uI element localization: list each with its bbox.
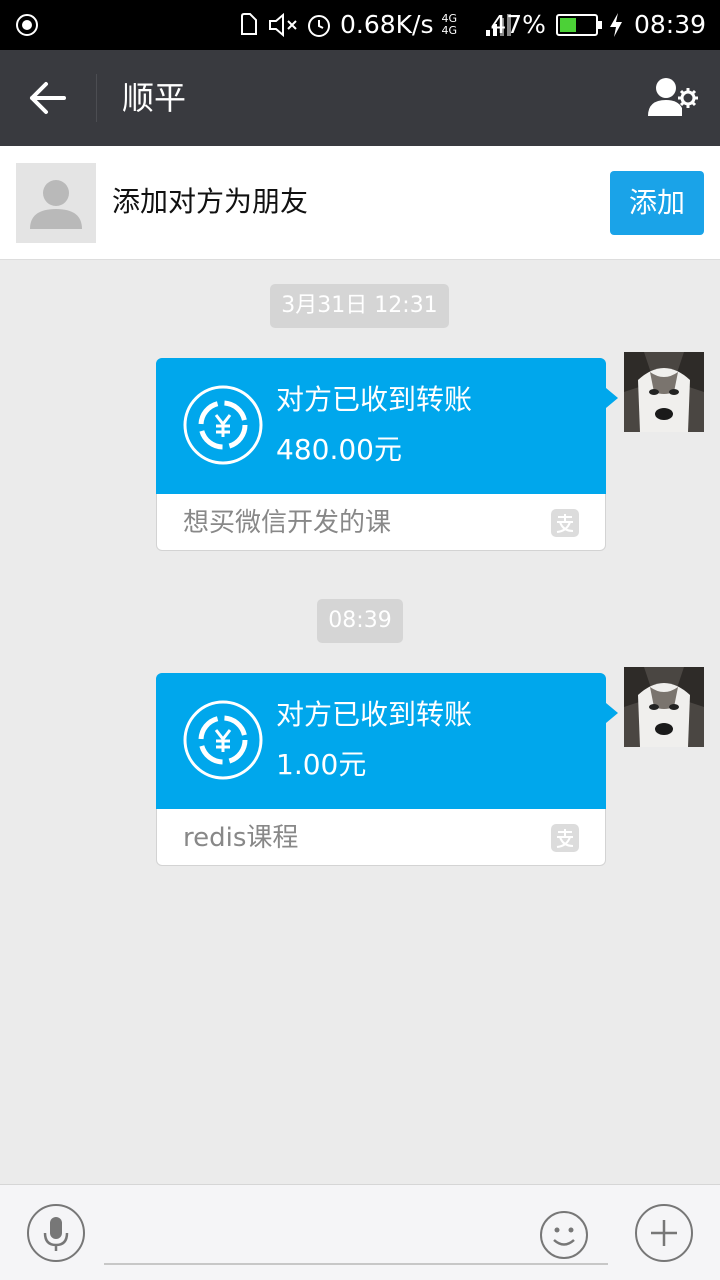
transfer-card[interactable]: 对方已收到转账 1.00元 redis课程 — [156, 673, 618, 866]
title-bar: 顺平 — [0, 50, 720, 146]
transfer-amount: 480.00元 — [276, 433, 402, 466]
chat-input-bar — [0, 1184, 720, 1280]
voice-button[interactable] — [26, 1203, 86, 1263]
plus-icon — [635, 1204, 693, 1262]
more-actions-button[interactable] — [634, 1203, 694, 1263]
user-settings-icon — [648, 78, 698, 116]
status-bar: 0.68K/s 4G 4G 47% 08:39 — [0, 0, 720, 50]
alipay-icon — [551, 824, 579, 852]
contact-avatar — [16, 163, 96, 243]
network-speed: 0.68K/s — [340, 10, 434, 39]
message-timestamp: 3月31日 12:31 — [270, 284, 449, 328]
page-title: 顺平 — [122, 79, 187, 117]
transfer-amount: 1.00元 — [276, 748, 367, 781]
default-user-icon — [30, 180, 82, 229]
transfer-card-header: 对方已收到转账 480.00元 — [156, 358, 618, 494]
record-indicator-icon — [16, 14, 38, 36]
battery-percent: 47% — [490, 10, 546, 39]
transfer-note: 想买微信开发的课 — [183, 508, 392, 538]
status-right: 47% 08:39 — [490, 10, 706, 40]
microphone-icon — [27, 1204, 85, 1262]
smiley-icon — [540, 1211, 588, 1259]
yuan-exchange-icon — [183, 700, 263, 780]
clock: 08:39 — [633, 10, 706, 39]
add-friend-prompt: 添加对方为朋友 — [112, 185, 309, 218]
back-button[interactable] — [18, 68, 78, 128]
husky-avatar-image — [624, 352, 704, 432]
add-friend-button[interactable]: 添加 — [610, 171, 704, 235]
my-avatar[interactable] — [624, 667, 704, 747]
husky-avatar-image — [624, 667, 704, 747]
chat-info-button[interactable] — [644, 70, 700, 126]
transfer-card-header: 对方已收到转账 1.00元 — [156, 673, 618, 809]
network-type: 4G 4G — [441, 12, 458, 37]
message-timestamp: 08:39 — [317, 599, 403, 643]
battery-icon — [555, 14, 602, 36]
transfer-note: redis课程 — [183, 823, 299, 853]
title-divider — [96, 74, 97, 122]
emoji-button[interactable] — [538, 1209, 590, 1261]
battery-fill — [559, 18, 576, 32]
alipay-icon — [551, 509, 579, 537]
transfer-card[interactable]: 对方已收到转账 480.00元 想买微信开发的课 — [156, 358, 618, 551]
arrow-left-icon — [30, 82, 66, 114]
mute-icon — [269, 12, 297, 38]
transfer-status: 对方已收到转账 — [276, 698, 473, 731]
status-icons: 0.68K/s 4G 4G — [238, 10, 514, 40]
my-avatar[interactable] — [624, 352, 704, 432]
alarm-icon — [308, 15, 330, 37]
transfer-status: 对方已收到转账 — [276, 383, 473, 416]
message-input[interactable] — [104, 1203, 608, 1265]
yuan-exchange-icon — [183, 385, 263, 465]
add-friend-banner: 添加对方为朋友 添加 — [0, 146, 720, 260]
charging-icon — [609, 13, 622, 37]
notification-icon — [241, 13, 257, 35]
